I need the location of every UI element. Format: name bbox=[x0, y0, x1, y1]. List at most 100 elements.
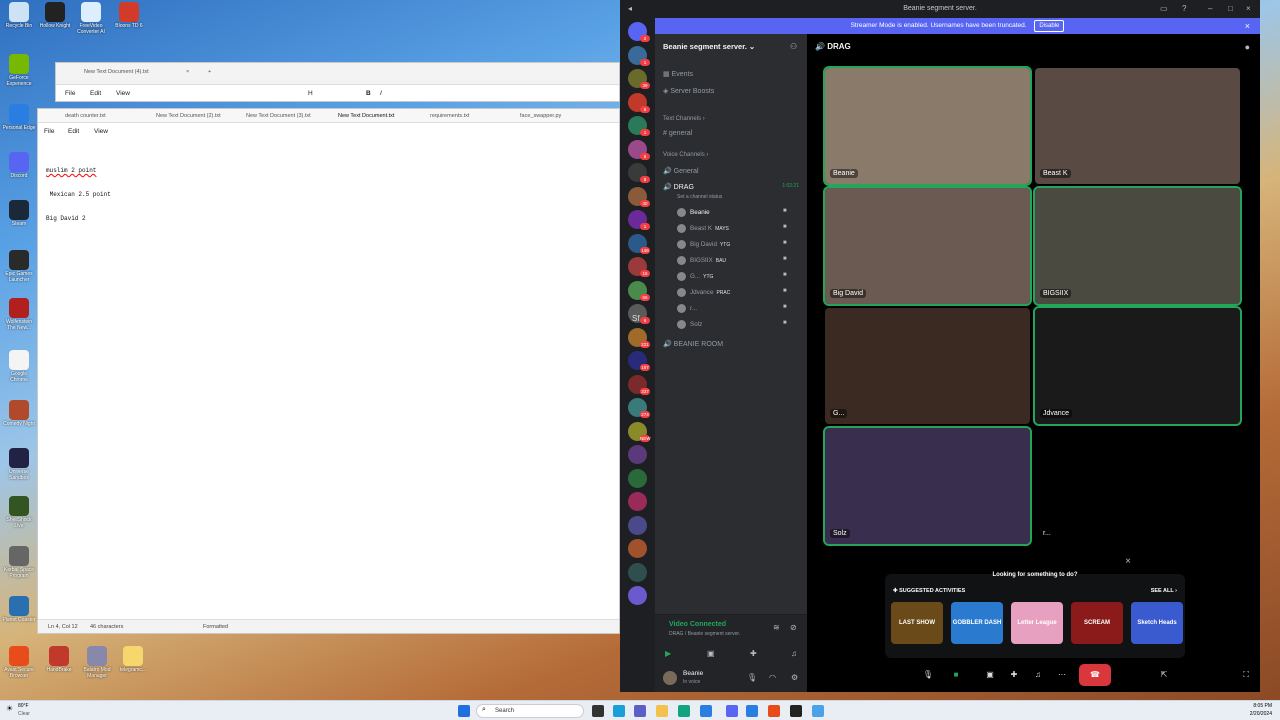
desktop-icon[interactable]: Balatro Mod Manager bbox=[80, 646, 114, 679]
notepad-tab[interactable]: face_swapper.py bbox=[520, 113, 561, 119]
notepad-tab[interactable]: requirements.txt bbox=[430, 113, 469, 119]
popout-button[interactable]: ⇱ bbox=[1153, 664, 1175, 686]
desktop-icon[interactable]: Avast Secure Browser bbox=[2, 646, 36, 679]
voice-location[interactable]: DRAG / Beanie segment server. bbox=[669, 631, 740, 637]
app-icon[interactable] bbox=[746, 705, 758, 717]
desktop-icon[interactable]: Epic Games Launcher bbox=[2, 250, 36, 283]
noise-suppression-icon[interactable]: ≋ bbox=[773, 623, 780, 632]
desktop-icon[interactable]: Bloons TD 6 bbox=[112, 2, 146, 29]
microphone-button[interactable]: 🎙 bbox=[917, 664, 939, 686]
notepad-tab[interactable]: New Text Document (3).txt bbox=[246, 113, 311, 119]
microphone-icon[interactable]: 🎙 bbox=[747, 673, 757, 682]
video-tile[interactable]: Jdvance bbox=[1033, 306, 1242, 426]
server-icon[interactable] bbox=[628, 539, 647, 558]
menu-edit[interactable]: Edit bbox=[90, 90, 101, 97]
video-tile[interactable]: r... bbox=[1035, 428, 1240, 544]
voice-user[interactable]: G... YTG ■ bbox=[677, 272, 787, 281]
desktop-icon[interactable]: Kerbal Space Program bbox=[2, 546, 36, 579]
desktop-icon[interactable]: Wolfenstein The New... bbox=[2, 298, 36, 331]
menu-file[interactable]: File bbox=[65, 90, 75, 97]
avatar[interactable] bbox=[663, 671, 677, 685]
back-icon[interactable]: ◂ bbox=[628, 0, 632, 18]
notepad-tab-active[interactable]: New Text Document.txt bbox=[338, 113, 394, 119]
activity-card[interactable]: Sketch Heads bbox=[1131, 602, 1183, 644]
browser-icon[interactable] bbox=[768, 705, 780, 717]
desktop-icon[interactable]: FreeVideo Converter AI bbox=[74, 2, 108, 35]
terminal-icon[interactable] bbox=[790, 705, 802, 717]
file-explorer-icon[interactable] bbox=[656, 705, 668, 717]
activity-card[interactable]: Letter League bbox=[1011, 602, 1063, 644]
italic-icon[interactable]: I bbox=[380, 90, 382, 97]
discord-icon[interactable] bbox=[726, 705, 738, 717]
activities-button[interactable]: ✚ bbox=[1003, 664, 1025, 686]
settings-icon[interactable]: ⚙ bbox=[791, 673, 798, 682]
soundboard-icon[interactable]: ♫ bbox=[791, 649, 797, 658]
voice-connected[interactable]: Video Connected bbox=[669, 621, 726, 628]
notepad-window-back[interactable]: New Text Document (4).txt × + File Edit … bbox=[55, 62, 620, 102]
minimize-icon[interactable]: – bbox=[1208, 0, 1212, 18]
more-button[interactable]: ⋯ bbox=[1051, 664, 1073, 686]
voice-user[interactable]: r... ■ bbox=[677, 304, 787, 313]
voice-user[interactable]: Big David YTG ■ bbox=[677, 240, 787, 249]
notepad-tab[interactable]: New Text Document (2).txt bbox=[156, 113, 221, 119]
notepad-window[interactable]: death counter.txt New Text Document (2).… bbox=[37, 108, 620, 634]
desktop-icon[interactable]: Hollow Knight bbox=[38, 2, 72, 29]
desktop-icon[interactable]: Steam bbox=[2, 200, 36, 227]
server-icon[interactable] bbox=[628, 586, 647, 605]
desktop-icon[interactable]: Comedy Night bbox=[2, 400, 36, 427]
notepad-icon[interactable] bbox=[812, 705, 824, 717]
close-icon[interactable]: × bbox=[1125, 556, 1131, 567]
maximize-icon[interactable]: □ bbox=[1228, 0, 1233, 18]
close-icon[interactable]: × bbox=[1245, 18, 1250, 34]
server-icon[interactable] bbox=[628, 468, 647, 488]
camera-icon[interactable]: ▶ bbox=[665, 649, 671, 658]
app-icon[interactable] bbox=[592, 705, 604, 717]
camera-button[interactable]: ■ bbox=[945, 664, 967, 686]
discord-window[interactable]: Beanie segment server. ◂ ▭ ? – □ × Strea… bbox=[620, 0, 1260, 692]
text-category[interactable]: Text Channels › bbox=[663, 116, 705, 122]
voice-channel-general[interactable]: 🔊 General bbox=[663, 167, 699, 175]
desktop-icon[interactable]: Planet Coaster bbox=[2, 596, 36, 623]
menu-view[interactable]: View bbox=[116, 90, 130, 97]
menu-edit[interactable]: Edit bbox=[68, 128, 79, 135]
search-box[interactable]: ⌕ Search bbox=[476, 704, 584, 718]
server-icon[interactable] bbox=[628, 562, 647, 582]
voice-user[interactable]: Beanie ■ bbox=[677, 208, 787, 217]
heading-icon[interactable]: H bbox=[308, 90, 313, 97]
leave-call-button[interactable]: ☎ bbox=[1079, 664, 1111, 686]
disconnect-icon[interactable]: ⊘ bbox=[790, 623, 797, 632]
close-icon[interactable]: × bbox=[186, 69, 189, 75]
desktop-icon[interactable]: telegramc... bbox=[116, 646, 150, 673]
server-icon[interactable] bbox=[628, 445, 647, 464]
browser-icon[interactable] bbox=[700, 705, 712, 717]
soundboard-button[interactable]: ♫ bbox=[1027, 664, 1049, 686]
activities-icon[interactable]: ✚ bbox=[750, 649, 757, 658]
screenshare-button[interactable]: ▣ bbox=[979, 664, 1001, 686]
voice-user[interactable]: Jdvance PRAC ■ bbox=[677, 288, 787, 297]
chat-icon[interactable]: ● bbox=[1245, 42, 1250, 52]
activity-card[interactable]: GOBBLER DASH bbox=[951, 602, 1003, 644]
see-all-link[interactable]: SEE ALL › bbox=[1151, 588, 1177, 594]
menu-view[interactable]: View bbox=[94, 128, 108, 135]
video-tile[interactable]: Solz bbox=[823, 426, 1032, 546]
clock-date[interactable]: 2/20/2024 bbox=[1250, 711, 1272, 717]
video-tile[interactable]: Big David bbox=[823, 186, 1032, 306]
server-name[interactable]: Beanie segment server. ⌄ bbox=[663, 42, 755, 51]
voice-channel-drag[interactable]: 🔊 DRAG 1:02:21 bbox=[663, 183, 799, 191]
inbox-icon[interactable]: ▭ bbox=[1160, 0, 1168, 18]
voice-category[interactable]: Voice Channels › bbox=[663, 152, 708, 158]
desktop-icon[interactable]: HandBrake bbox=[42, 646, 76, 673]
notepad-tab[interactable]: death counter.txt bbox=[65, 113, 106, 119]
bold-icon[interactable]: B bbox=[366, 90, 371, 97]
desktop-icon[interactable]: Recycle Bin bbox=[2, 2, 36, 29]
add-tab-icon[interactable]: + bbox=[208, 69, 211, 75]
voice-user[interactable]: Solz ■ bbox=[677, 320, 787, 329]
desktop-icon[interactable]: Personal Edge bbox=[2, 104, 36, 131]
invite-icon[interactable]: ⚇ bbox=[790, 42, 797, 51]
activity-card[interactable]: SCREAM bbox=[1071, 602, 1123, 644]
desktop-icon[interactable]: Google Chrome bbox=[2, 350, 36, 383]
browser-icon[interactable] bbox=[678, 705, 690, 717]
video-tile[interactable]: BIGSIIX bbox=[1033, 186, 1242, 306]
channel-status[interactable]: Set a channel status bbox=[677, 194, 722, 200]
desktop-icon[interactable]: ShellShock Live bbox=[2, 496, 36, 529]
